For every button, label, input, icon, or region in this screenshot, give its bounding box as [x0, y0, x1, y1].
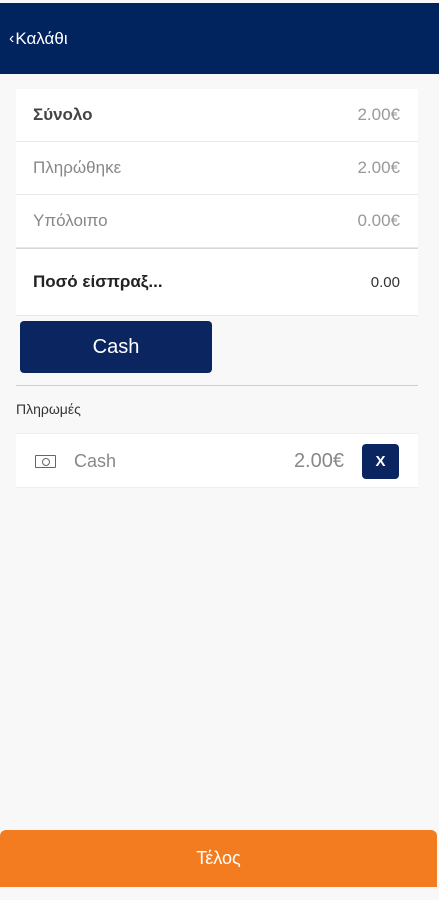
total-value: 2.00€ [357, 105, 400, 124]
summary-row-paid: Πληρώθηκε 2.00€ [16, 142, 418, 195]
paid-label: Πληρώθηκε [33, 158, 122, 177]
cash-icon [35, 455, 56, 468]
amount-received-label: Ποσό είσπραξ... [33, 272, 163, 291]
balance-label: Υπόλοιπο [33, 211, 108, 230]
balance-value: 0.00€ [357, 211, 400, 230]
paid-value: 2.00€ [357, 158, 400, 177]
amount-received-value[interactable]: 0.00 [371, 274, 400, 291]
finish-button[interactable]: Τέλος [0, 830, 437, 887]
app-bar: ‹ Καλάθι [0, 3, 439, 74]
bottom-strip [0, 887, 439, 900]
chevron-left-icon: ‹ [9, 29, 15, 47]
payment-amount: 2.00€ [293, 450, 344, 472]
payment-list-item: Cash 2.00€ X [16, 433, 418, 488]
total-label: Σύνολο [33, 105, 93, 124]
back-link[interactable]: ‹ Καλάθι [9, 29, 68, 49]
remove-payment-button[interactable]: X [362, 444, 399, 479]
payment-summary: Σύνολο 2.00€ Πληρώθηκε 2.00€ Υπόλοιπο 0.… [16, 89, 418, 316]
divider [16, 385, 418, 386]
amount-received-field[interactable]: Ποσό είσπραξ... 0.00 [16, 248, 418, 316]
payments-title: Πληρωμές [16, 401, 81, 417]
payment-method-name: Cash [74, 451, 117, 471]
payment-screen: ‹ Καλάθι Σύνολο 2.00€ Πληρώθηκε 2.00€ Υπ… [0, 0, 439, 900]
back-label: Καλάθι [15, 28, 68, 48]
summary-row-total: Σύνολο 2.00€ [16, 89, 418, 142]
cash-button[interactable]: Cash [20, 321, 212, 373]
summary-row-balance: Υπόλοιπο 0.00€ [16, 195, 418, 248]
